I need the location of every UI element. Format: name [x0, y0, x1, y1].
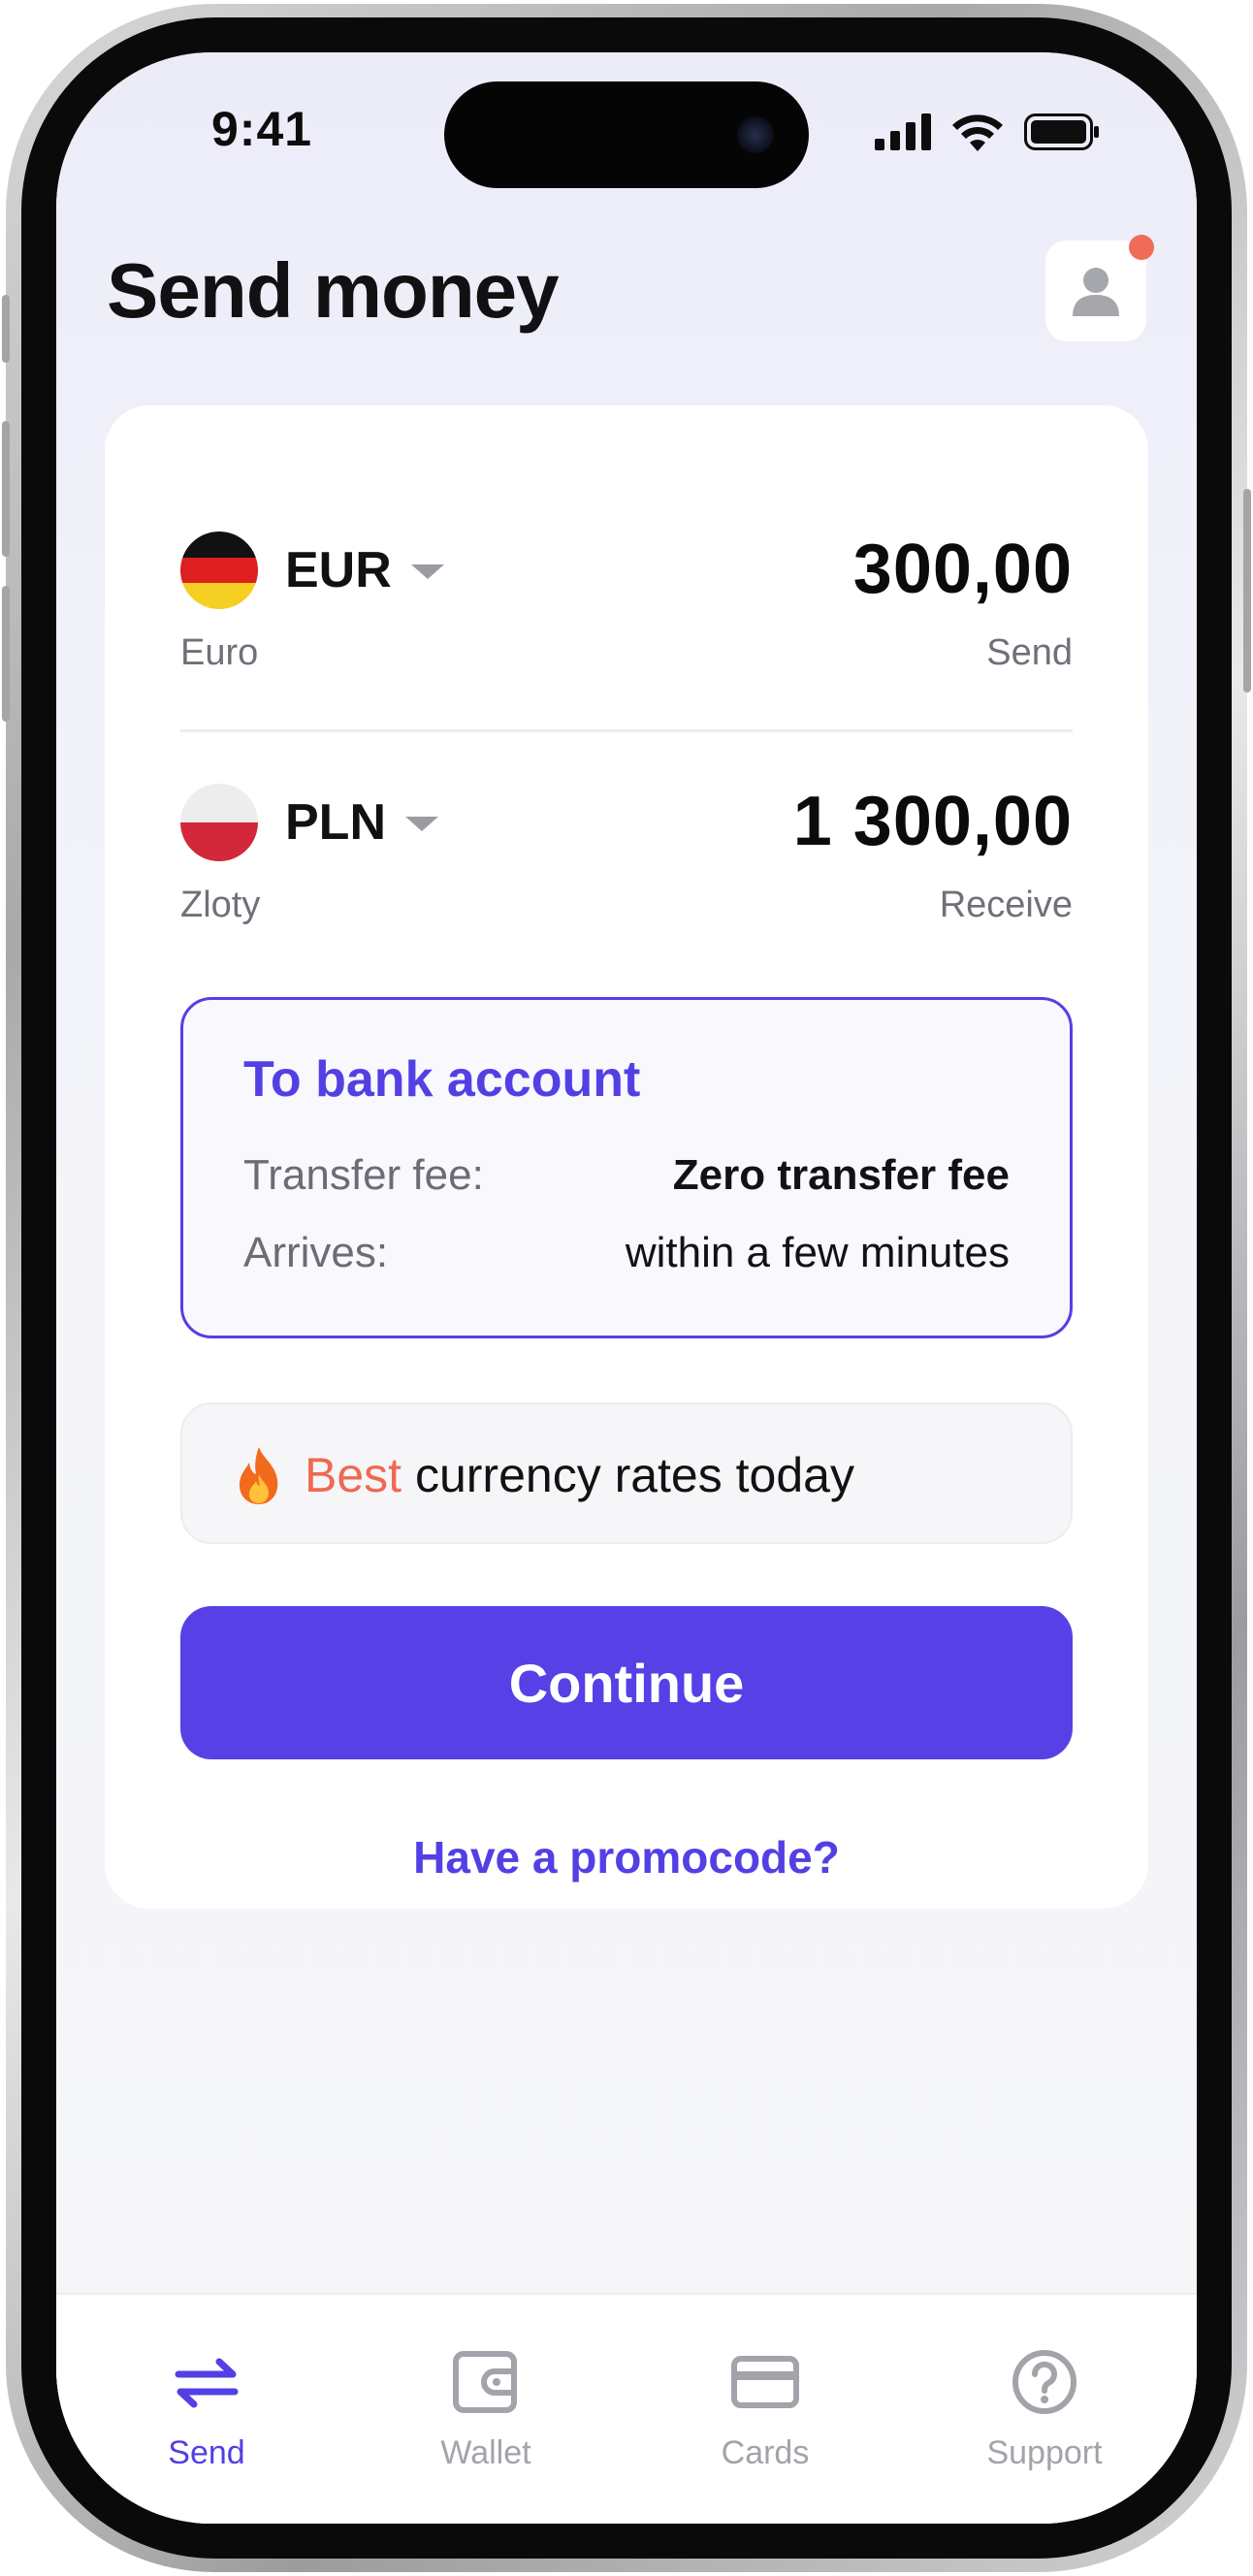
tab-wallet-label: Wallet	[440, 2434, 531, 2471]
wallet-icon	[449, 2345, 523, 2419]
tab-bar: Send Wallet Cards Support	[56, 2293, 1197, 2524]
rates-message: currency rates today	[414, 1448, 854, 1502]
receive-currency-code[interactable]: PLN	[285, 793, 386, 852]
divider	[180, 729, 1073, 732]
volume-up-button	[2, 421, 10, 557]
arrival-row: Arrives: within a few minutes	[243, 1229, 1010, 1287]
page-title: Send money	[107, 247, 560, 334]
poland-flag-icon[interactable]	[180, 784, 258, 861]
receive-currency-row: PLN Zloty 1 300,00 Receive	[180, 782, 1073, 978]
send-caption: Send	[986, 632, 1073, 673]
germany-flag-icon[interactable]	[180, 531, 258, 609]
promocode-link[interactable]: Have a promocode?	[105, 1831, 1148, 1884]
receive-caption: Receive	[939, 885, 1073, 925]
mute-switch	[2, 295, 10, 363]
power-button	[1243, 489, 1251, 692]
tab-send[interactable]: Send	[100, 2295, 313, 2489]
continue-button[interactable]: Continue	[180, 1606, 1073, 1759]
transfer-fee-label: Transfer fee:	[243, 1151, 484, 1199]
fire-icon	[239, 1447, 278, 1504]
question-circle-icon	[1008, 2345, 1081, 2419]
tab-wallet[interactable]: Wallet	[379, 2295, 593, 2489]
transfer-fee-value: Zero transfer fee	[672, 1151, 1010, 1199]
dynamic-island	[444, 81, 809, 188]
status-icons	[875, 113, 1100, 151]
tab-send-label: Send	[168, 2434, 245, 2471]
transfer-arrows-icon	[170, 2345, 243, 2419]
rates-text: Best currency rates today	[305, 1447, 854, 1503]
rates-highlight: Best	[305, 1448, 402, 1502]
profile-button[interactable]	[1045, 235, 1154, 341]
notification-dot	[1129, 235, 1154, 260]
transfer-card: EUR Euro 300,00 Send PLN Zloty 1 300,00 …	[105, 405, 1148, 1909]
app-screen: 9:41 Send money EUR Euro 300,00 Send PLN…	[56, 52, 1197, 2524]
chevron-down-icon[interactable]	[411, 564, 444, 579]
battery-icon	[1024, 113, 1099, 150]
send-currency-code[interactable]: EUR	[285, 541, 392, 599]
delivery-method-card[interactable]: To bank account Transfer fee: Zero trans…	[180, 997, 1073, 1338]
transfer-fee-row: Transfer fee: Zero transfer fee	[243, 1151, 1010, 1209]
receive-amount[interactable]: 1 300,00	[793, 782, 1073, 861]
tab-support-label: Support	[986, 2434, 1103, 2471]
volume-down-button	[2, 586, 10, 722]
chevron-down-icon[interactable]	[405, 817, 438, 831]
send-currency-name: Euro	[180, 632, 259, 673]
front-camera	[737, 116, 774, 153]
send-amount[interactable]: 300,00	[853, 530, 1073, 609]
tab-cards-label: Cards	[721, 2434, 810, 2471]
status-time: 9:41	[211, 102, 313, 156]
user-icon	[1073, 268, 1119, 316]
arrival-value: within a few minutes	[625, 1229, 1010, 1276]
tab-cards[interactable]: Cards	[659, 2295, 872, 2489]
tab-support[interactable]: Support	[938, 2295, 1151, 2489]
rates-banner: Best currency rates today	[180, 1402, 1073, 1544]
card-icon	[728, 2345, 802, 2419]
cellular-signal-icon	[875, 113, 931, 150]
receive-currency-name: Zloty	[180, 885, 261, 925]
wifi-icon	[952, 114, 1003, 151]
send-currency-row: EUR Euro 300,00 Send	[180, 531, 1073, 725]
arrival-label: Arrives:	[243, 1229, 389, 1276]
delivery-method-title: To bank account	[243, 1051, 641, 1108]
